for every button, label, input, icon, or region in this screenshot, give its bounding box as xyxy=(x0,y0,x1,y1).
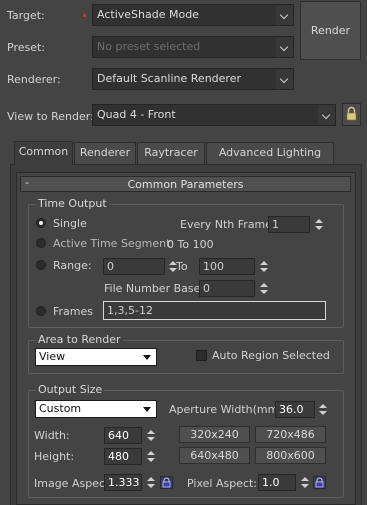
preset-720x486-button[interactable]: 720x486 xyxy=(255,426,326,443)
height-label: Height: xyxy=(34,450,75,463)
frames-input[interactable]: 1,3,5-12 xyxy=(103,301,326,320)
radio-active-time-segment[interactable] xyxy=(36,238,46,248)
auto-region-checkbox[interactable] xyxy=(196,350,207,361)
area-value: View xyxy=(39,350,66,363)
height-input[interactable]: 480 xyxy=(104,448,142,465)
time-output-title: Time Output xyxy=(36,197,109,210)
file-number-base-spinner[interactable] xyxy=(259,280,269,297)
single-label: Single xyxy=(53,217,87,230)
render-button[interactable]: Render xyxy=(300,1,361,60)
image-aspect-input[interactable]: 1.333 xyxy=(104,474,142,491)
target-value: ActiveShade Mode xyxy=(97,8,199,21)
width-spinner[interactable] xyxy=(146,427,156,444)
aperture-width-spinner[interactable] xyxy=(318,401,328,418)
pixel-aspect-lock-icon[interactable] xyxy=(313,476,326,489)
renderer-dropdown[interactable]: Default Scanline Renderer xyxy=(92,68,294,90)
width-input[interactable]: 640 xyxy=(104,427,142,444)
every-nth-frame-spinner[interactable] xyxy=(314,216,324,233)
target-label: Target: xyxy=(7,9,45,22)
preset-placeholder: No preset selected xyxy=(97,40,201,53)
image-aspect-spinner[interactable] xyxy=(146,474,156,491)
radio-single[interactable] xyxy=(36,218,46,228)
range-label: Range: xyxy=(53,259,92,272)
lock-icon xyxy=(346,106,357,121)
image-aspect-lock-icon[interactable] xyxy=(160,476,173,489)
active-time-segment-label: Active Time Segment: xyxy=(53,237,175,250)
lock-glyph xyxy=(162,477,171,488)
rollout-title: Common Parameters xyxy=(127,178,244,191)
every-nth-frame-label: Every Nth Frame: xyxy=(180,218,276,231)
view-value: Quad 4 - Front xyxy=(97,108,176,121)
file-number-base-label: File Number Base: xyxy=(104,282,205,295)
target-dropdown[interactable]: ActiveShade Mode xyxy=(92,4,294,26)
aperture-width-input[interactable]: 36.0 xyxy=(275,401,315,418)
range-from-input[interactable]: 0 xyxy=(103,258,165,275)
frames-label: Frames xyxy=(53,305,94,318)
preset-640x480-button[interactable]: 640x480 xyxy=(179,447,250,464)
width-label: Width: xyxy=(34,429,70,442)
tab-advanced-lighting[interactable]: Advanced Lighting xyxy=(206,142,334,164)
range-to-input[interactable]: 100 xyxy=(199,258,255,275)
active-range-value: 0 To 100 xyxy=(167,238,214,251)
lock-view-button[interactable] xyxy=(342,103,361,126)
rollout-header[interactable]: - Common Parameters xyxy=(20,176,351,192)
height-spinner[interactable] xyxy=(146,448,156,465)
preset-800x600-button[interactable]: 800x600 xyxy=(255,447,326,464)
chevron-down-icon xyxy=(143,407,151,412)
aperture-width-label: Aperture Width(mm): xyxy=(169,403,287,416)
preset-label: Preset: xyxy=(7,41,46,54)
area-to-render-dropdown[interactable]: View xyxy=(35,348,157,366)
range-to-label: To xyxy=(176,260,188,273)
view-to-render-label: View to Render: xyxy=(7,110,94,123)
pixel-aspect-spinner[interactable] xyxy=(300,474,310,491)
pixel-aspect-input[interactable]: 1.0 xyxy=(258,474,296,491)
pixel-aspect-label: Pixel Aspect: xyxy=(187,477,258,490)
chevron-down-icon xyxy=(318,105,335,125)
render-button-label: Render xyxy=(310,24,351,37)
area-to-render-title: Area to Render xyxy=(36,333,123,346)
output-preset-value: Custom xyxy=(39,402,82,415)
image-aspect-label: Image Aspect: xyxy=(34,477,114,490)
every-nth-frame-input[interactable]: 1 xyxy=(268,216,310,233)
renderer-value: Default Scanline Renderer xyxy=(97,72,241,85)
tab-raytracer[interactable]: Raytracer xyxy=(137,142,205,164)
chevron-down-icon xyxy=(276,37,293,57)
chevron-down-icon xyxy=(143,355,151,360)
tab-renderer[interactable]: Renderer xyxy=(74,142,136,164)
view-to-render-dropdown[interactable]: Quad 4 - Front xyxy=(92,104,336,126)
file-number-base-input[interactable]: 0 xyxy=(199,280,255,297)
radio-frames[interactable] xyxy=(36,306,46,316)
chevron-down-icon xyxy=(276,5,293,25)
auto-region-label: Auto Region Selected xyxy=(212,349,330,362)
output-size-preset-dropdown[interactable]: Custom xyxy=(35,400,157,418)
lock-glyph xyxy=(315,477,324,488)
range-to-spinner[interactable] xyxy=(259,258,269,275)
radio-range[interactable] xyxy=(36,260,46,270)
preset-dropdown[interactable]: No preset selected xyxy=(92,36,294,58)
chevron-down-icon xyxy=(276,69,293,89)
renderer-label: Renderer: xyxy=(7,73,61,86)
preset-320x240-button[interactable]: 320x240 xyxy=(179,426,250,443)
output-size-title: Output Size xyxy=(36,383,105,396)
tab-common[interactable]: Common xyxy=(14,141,73,165)
required-marker xyxy=(83,14,86,17)
